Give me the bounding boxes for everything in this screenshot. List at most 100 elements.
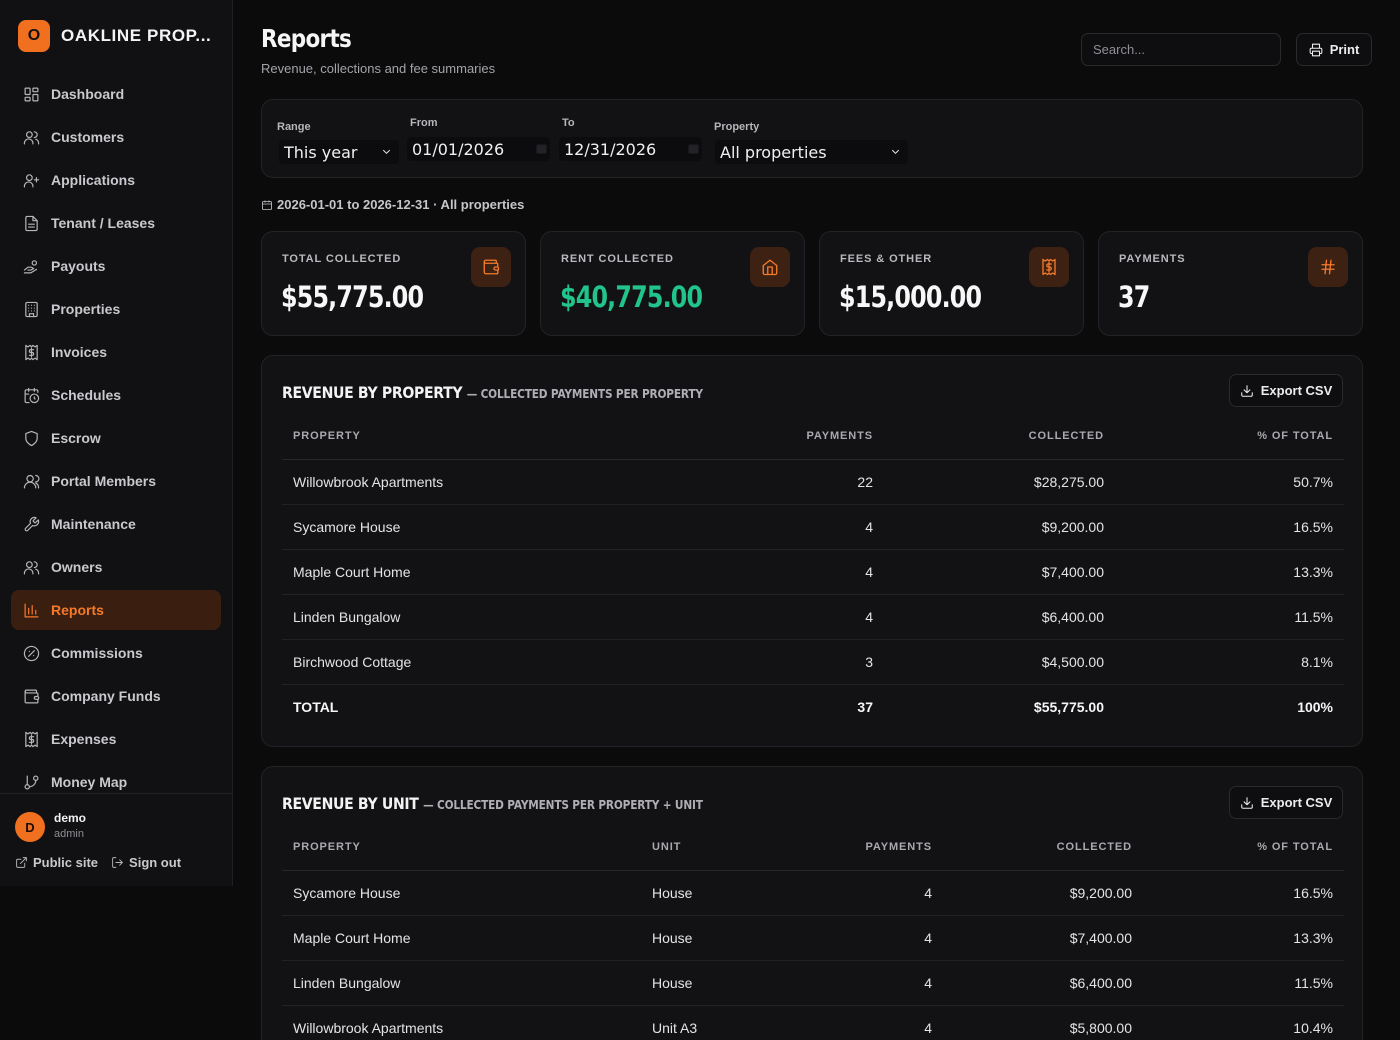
property-select[interactable]: All properties: [715, 140, 908, 164]
table-cell: 13.3%: [1143, 915, 1344, 961]
sidebar-item-expenses[interactable]: Expenses: [11, 719, 221, 759]
revenue-by-property-panel: REVENUE BY PROPERTY — COLLECTED PAYMENTS…: [261, 355, 1363, 747]
percent-circle-icon: [23, 645, 40, 661]
brand-logo: O: [18, 20, 50, 52]
calendar-icon[interactable]: [687, 142, 700, 155]
sidebar: O OAKLINE PROP... Dashboard Customers Appl…: [0, 0, 233, 886]
table-cell: Birchwood Cottage: [282, 639, 662, 685]
column-header[interactable]: PAYMENTS: [821, 824, 943, 871]
table-row[interactable]: Maple Court Home House 4 $7,400.00 13.3%: [282, 915, 1344, 961]
column-header[interactable]: COLLECTED: [884, 413, 1115, 460]
sign-out-label: Sign out: [129, 855, 182, 870]
sidebar-item-schedules[interactable]: Schedules: [11, 375, 221, 415]
from-label: From: [410, 117, 438, 129]
table-cell: 22: [662, 459, 884, 505]
table-cell: 3: [662, 639, 884, 685]
hash-icon: [1321, 259, 1335, 275]
sidebar-item-payouts[interactable]: Payouts: [11, 246, 221, 286]
sidebar-item-properties[interactable]: Properties: [11, 289, 221, 329]
receipt-icon: [25, 731, 38, 747]
sidebar-item-label: Applications: [51, 172, 136, 188]
column-header[interactable]: PROPERTY: [282, 824, 641, 871]
table-cell: $7,400.00: [884, 549, 1115, 595]
column-header[interactable]: PAYMENTS: [662, 413, 884, 460]
filters-panel: Range This year From 01/01/2026 To 12/31…: [261, 99, 1363, 178]
table-row[interactable]: Maple Court Home 4 $7,400.00 13.3%: [282, 549, 1344, 595]
shield-icon: [25, 430, 38, 446]
sidebar-item-dashboard[interactable]: Dashboard: [11, 74, 221, 114]
stat-label: RENT COLLECTED: [561, 253, 674, 265]
user-plus-icon: [23, 173, 40, 187]
stat-value: $40,775.00: [560, 280, 703, 314]
sidebar-item-label: Dashboard: [51, 86, 125, 102]
column-header[interactable]: % OF TOTAL: [1115, 413, 1344, 460]
table-row[interactable]: Sycamore House 4 $9,200.00 16.5%: [282, 504, 1344, 550]
sidebar-item-label: Expenses: [51, 731, 117, 747]
print-button[interactable]: Print: [1296, 33, 1372, 66]
sidebar-item-commissions[interactable]: Commissions: [11, 633, 221, 673]
table-row[interactable]: Willowbrook Apartments Unit A3 4 $5,800.00 1…: [282, 1005, 1344, 1040]
table-cell: 50.7%: [1115, 459, 1344, 505]
total-cell: TOTAL: [293, 698, 339, 715]
sidebar-item-company-funds[interactable]: Company Funds: [11, 676, 221, 716]
sidebar-item-label: Reports: [51, 602, 104, 618]
table-cell: $28,275.00: [884, 459, 1115, 505]
stat-card-rent-collected: RENT COLLECTED $40,775.00: [540, 231, 805, 336]
sidebar-item-escrow[interactable]: Escrow: [11, 418, 221, 458]
column-header[interactable]: UNIT: [641, 824, 821, 871]
to-date-input[interactable]: 12/31/2026: [559, 137, 702, 161]
sidebar-item-customers[interactable]: Customers: [11, 117, 221, 157]
table-row[interactable]: Sycamore House House 4 $9,200.00 16.5%: [282, 870, 1344, 916]
table-cell: Linden Bungalow: [282, 960, 641, 1006]
sidebar-item-reports[interactable]: Reports: [11, 590, 221, 630]
range-select[interactable]: This year: [279, 140, 399, 164]
table-header-row: PROPERTY UNIT PAYMENTS COLLECTED% OF TOTAL: [282, 824, 1344, 871]
export-csv-button[interactable]: Export CSV: [1229, 786, 1343, 819]
sidebar-item-applications[interactable]: Applications: [11, 160, 221, 200]
export-csv-button[interactable]: Export CSV: [1229, 374, 1343, 407]
stat-card-total-collected: TOTAL COLLECTED $55,775.00: [261, 231, 526, 336]
table-cell: $5,800.00: [943, 1005, 1143, 1040]
table-row[interactable]: Willowbrook Apartments 22 $28,275.00 50.7%: [282, 459, 1344, 505]
total-cell: $55,775.00: [1033, 698, 1104, 715]
search-input[interactable]: [1081, 33, 1281, 66]
to-value: 12/31/2026: [564, 139, 657, 159]
sidebar-item-invoices[interactable]: Invoices: [11, 332, 221, 372]
table-cell: 8.1%: [1115, 639, 1344, 685]
table-cell: 11.5%: [1143, 960, 1344, 1006]
building-icon: [25, 301, 38, 317]
dashboard-icon: [24, 87, 39, 101]
column-header[interactable]: PROPERTY: [282, 413, 662, 460]
sign-out-link[interactable]: Sign out: [111, 855, 181, 870]
sidebar-item-label: Maintenance: [51, 516, 136, 532]
table-cell: $7,400.00: [943, 915, 1143, 961]
revenue-by-property-table: PROPERTY PAYMENTS COLLECTED% OF TOTAL Willo…: [282, 413, 1344, 729]
sidebar-item-label: Schedules: [51, 387, 122, 403]
table-row[interactable]: Linden Bungalow 4 $6,400.00 11.5%: [282, 594, 1344, 640]
stat-card-fees-other: FEES & OTHER $15,000.00: [819, 231, 1084, 336]
table-row[interactable]: Linden Bungalow House 4 $6,400.00 11.5%: [282, 960, 1344, 1006]
export-csv-label: Export CSV: [1260, 795, 1333, 810]
column-header[interactable]: % OF TOTAL: [1143, 824, 1344, 871]
stat-icon-badge: [1029, 247, 1069, 287]
log-out-icon: [112, 857, 123, 868]
from-date-input[interactable]: 01/01/2026: [407, 137, 550, 161]
printer-icon: [1309, 43, 1323, 56]
sidebar-nav: Dashboard Customers Applications Tenant / L…: [11, 74, 221, 805]
sidebar-item-maintenance[interactable]: Maintenance: [11, 504, 221, 544]
column-header[interactable]: COLLECTED: [943, 824, 1143, 871]
calendar-icon[interactable]: [535, 142, 548, 155]
sidebar-item-owners[interactable]: Owners: [11, 547, 221, 587]
sidebar-footer: D demo admin Public site Sign out: [0, 793, 233, 886]
brand[interactable]: O OAKLINE PROP...: [18, 20, 211, 52]
panel-title: REVENUE BY UNIT — COLLECTED PAYMENTS PER…: [282, 794, 703, 813]
receipt-icon: [1042, 258, 1056, 276]
sidebar-item-tenant-leases[interactable]: Tenant / Leases: [11, 203, 221, 243]
users-icon: [23, 130, 40, 144]
public-site-link[interactable]: Public site: [15, 855, 98, 870]
sidebar-item-portal-members[interactable]: Portal Members: [11, 461, 221, 501]
table-header-row: PROPERTY PAYMENTS COLLECTED% OF TOTAL: [282, 413, 1344, 460]
table-row[interactable]: Birchwood Cottage 3 $4,500.00 8.1%: [282, 639, 1344, 685]
avatar[interactable]: D: [15, 812, 45, 842]
total-cell: 100%: [1297, 698, 1333, 715]
